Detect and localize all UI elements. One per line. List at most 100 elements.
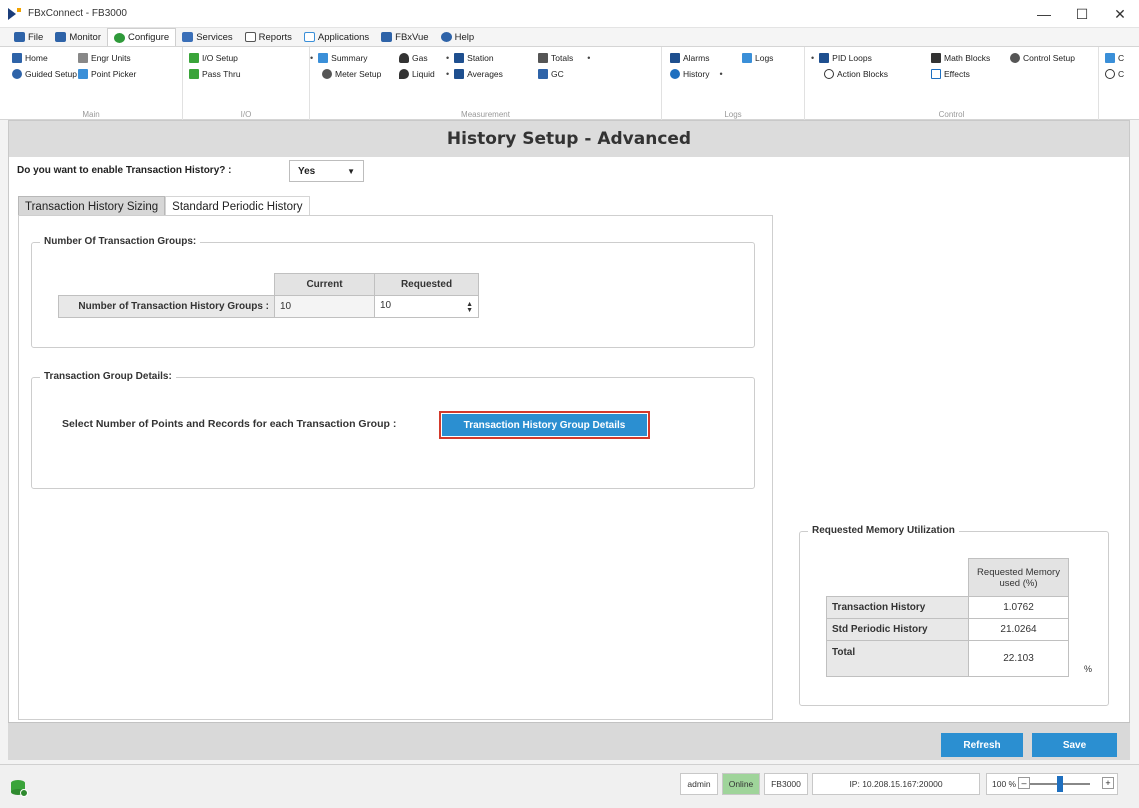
ribbon-logs[interactable]: Logs	[742, 51, 773, 65]
menu-tab-monitor[interactable]: Monitor	[49, 28, 107, 46]
guided-setup-icon	[12, 69, 22, 79]
save-button[interactable]: Save	[1032, 733, 1117, 757]
maximize-button[interactable]: ☐	[1063, 0, 1101, 28]
groups-requested-value: 10	[380, 299, 392, 311]
menu-tab-help[interactable]: Help	[435, 28, 481, 46]
help-icon	[440, 32, 452, 42]
menu-bar: File Monitor Configure Services Reports …	[0, 28, 1139, 46]
ribbon-home[interactable]: Home	[12, 51, 48, 65]
caret-icon: •	[310, 53, 314, 63]
caret-icon: •	[446, 53, 450, 63]
ribbon-group-label-io: I/O	[240, 110, 252, 119]
check-icon	[189, 53, 199, 63]
ribbon-totals[interactable]: Totals •	[538, 51, 595, 65]
status-user: admin	[680, 773, 718, 795]
ribbon-control-setup[interactable]: Control Setup	[1010, 51, 1075, 65]
tab-transaction-history-sizing[interactable]: Transaction History Sizing	[18, 196, 166, 216]
memory-total-unit: %	[1084, 664, 1093, 674]
ribbon-group-io: I/O Setup Pass Thru I/O	[183, 47, 310, 121]
ribbon-overflow-2[interactable]: C	[1105, 67, 1124, 81]
workspace: History Setup - Advanced Do you want to …	[8, 120, 1130, 760]
menu-tab-reports[interactable]: Reports	[239, 28, 298, 46]
ribbon-group-logs: Alarms History • Logs Logs	[662, 47, 805, 121]
services-icon	[182, 32, 194, 42]
ribbon-group-label-main: Main	[82, 110, 100, 119]
window-title: FBxConnect - FB3000	[28, 8, 127, 19]
zoom-out-button[interactable]: –	[1018, 777, 1030, 789]
ribbon-summary[interactable]: • Summary	[310, 51, 368, 65]
enable-history-value: Yes	[298, 165, 316, 177]
action-blocks-icon	[824, 69, 834, 79]
window-controls: — ☐ ✕	[1025, 0, 1139, 28]
zoom-in-button[interactable]: +	[1102, 777, 1114, 789]
close-button[interactable]: ✕	[1101, 0, 1139, 28]
groups-requested-stepper[interactable]: 10 ▲ ▼	[374, 295, 479, 318]
memory-table: Requested Memory used (%) Transaction Hi…	[826, 558, 1069, 677]
menu-tab-fbxvue[interactable]: FBxVue	[375, 28, 434, 46]
ribbon-engr-units[interactable]: Engr Units	[78, 51, 131, 65]
ribbon-math-blocks[interactable]: Math Blocks	[931, 51, 990, 65]
table-corner	[59, 274, 275, 296]
control-setup-icon	[1010, 53, 1020, 63]
ribbon-pass-thru[interactable]: Pass Thru	[189, 67, 241, 81]
history-icon	[670, 69, 680, 79]
ribbon-group-label-measurement: Measurement	[461, 110, 510, 119]
groups-current-value: 10	[274, 295, 375, 318]
status-online-badge: Online	[722, 773, 760, 795]
meter-setup-icon	[322, 69, 332, 79]
home-icon	[12, 53, 22, 63]
ribbon-liquid[interactable]: Liquid	[399, 67, 435, 81]
menu-tab-configure[interactable]: Configure	[107, 28, 177, 46]
footer-bar: Refresh Save	[8, 722, 1130, 760]
memory-row-value: 1.0762	[968, 596, 1069, 619]
ribbon-gc[interactable]: GC	[538, 67, 564, 81]
pid-loops-icon	[819, 53, 830, 63]
summary-icon	[318, 53, 329, 63]
ribbon-group-label-logs: Logs	[724, 110, 742, 119]
ribbon-effects[interactable]: Effects	[931, 67, 970, 81]
tab-panel: Number Of Transaction Groups: Current Re…	[18, 215, 773, 720]
transaction-details-legend: Transaction Group Details:	[40, 371, 176, 382]
transaction-groups-legend: Number Of Transaction Groups:	[40, 236, 201, 247]
overflow-icon	[1105, 53, 1115, 63]
col-header-requested: Requested	[374, 273, 479, 296]
ribbon-point-picker[interactable]: Point Picker	[78, 67, 136, 81]
table-corner	[827, 559, 969, 597]
stepper-arrows-icon[interactable]: ▲ ▼	[466, 301, 473, 314]
ribbon-overflow-1[interactable]: C	[1105, 51, 1124, 65]
transaction-history-group-details-button[interactable]: Transaction History Group Details	[439, 411, 650, 439]
memory-row-value: 21.0264	[968, 618, 1069, 641]
ribbon-history[interactable]: History •	[670, 67, 728, 81]
ribbon-station[interactable]: • Station	[446, 51, 494, 65]
ribbon-action-blocks[interactable]: Action Blocks	[824, 67, 888, 81]
ribbon-pid-loops[interactable]: • PID Loops	[811, 51, 872, 65]
refresh-button[interactable]: Refresh	[941, 733, 1023, 757]
status-device: FB3000	[764, 773, 808, 795]
minimize-button[interactable]: —	[1025, 0, 1063, 28]
history-tabs: Transaction History Sizing Standard Peri…	[18, 196, 310, 216]
menu-tab-applications[interactable]: Applications	[298, 28, 375, 46]
ribbon-averages[interactable]: • Averages	[446, 67, 503, 81]
ribbon-io-setup[interactable]: I/O Setup	[189, 51, 238, 65]
monitor-icon	[55, 32, 67, 42]
ribbon-gas[interactable]: Gas	[399, 51, 428, 65]
memory-col-header: Requested Memory used (%)	[968, 558, 1069, 597]
caret-icon: •	[811, 53, 815, 63]
menu-tab-services[interactable]: Services	[176, 28, 238, 46]
ribbon-guided-setup[interactable]: Guided Setup	[12, 67, 77, 81]
zoom-level: 100 %	[992, 779, 1017, 789]
ribbon-alarms[interactable]: Alarms	[670, 51, 709, 65]
transaction-details-prompt: Select Number of Points and Records for …	[62, 418, 397, 430]
enable-history-select[interactable]: Yes ▼	[289, 160, 364, 182]
transaction-history-group-details-label: Transaction History Group Details	[442, 414, 647, 436]
menu-tab-file[interactable]: File	[8, 28, 49, 46]
alarms-icon	[670, 53, 680, 63]
zoom-slider-thumb[interactable]	[1057, 776, 1063, 792]
logs-icon	[742, 53, 752, 63]
gc-icon	[538, 69, 548, 79]
title-bar: FBxConnect - FB3000 — ☐ ✕	[0, 0, 1139, 28]
status-bar: admin Online FB3000 IP: 10.208.15.167:20…	[0, 764, 1139, 808]
caret-icon: •	[446, 69, 450, 79]
ribbon-meter-setup[interactable]: Meter Setup	[322, 67, 381, 81]
tab-standard-periodic-history[interactable]: Standard Periodic History	[165, 196, 310, 216]
